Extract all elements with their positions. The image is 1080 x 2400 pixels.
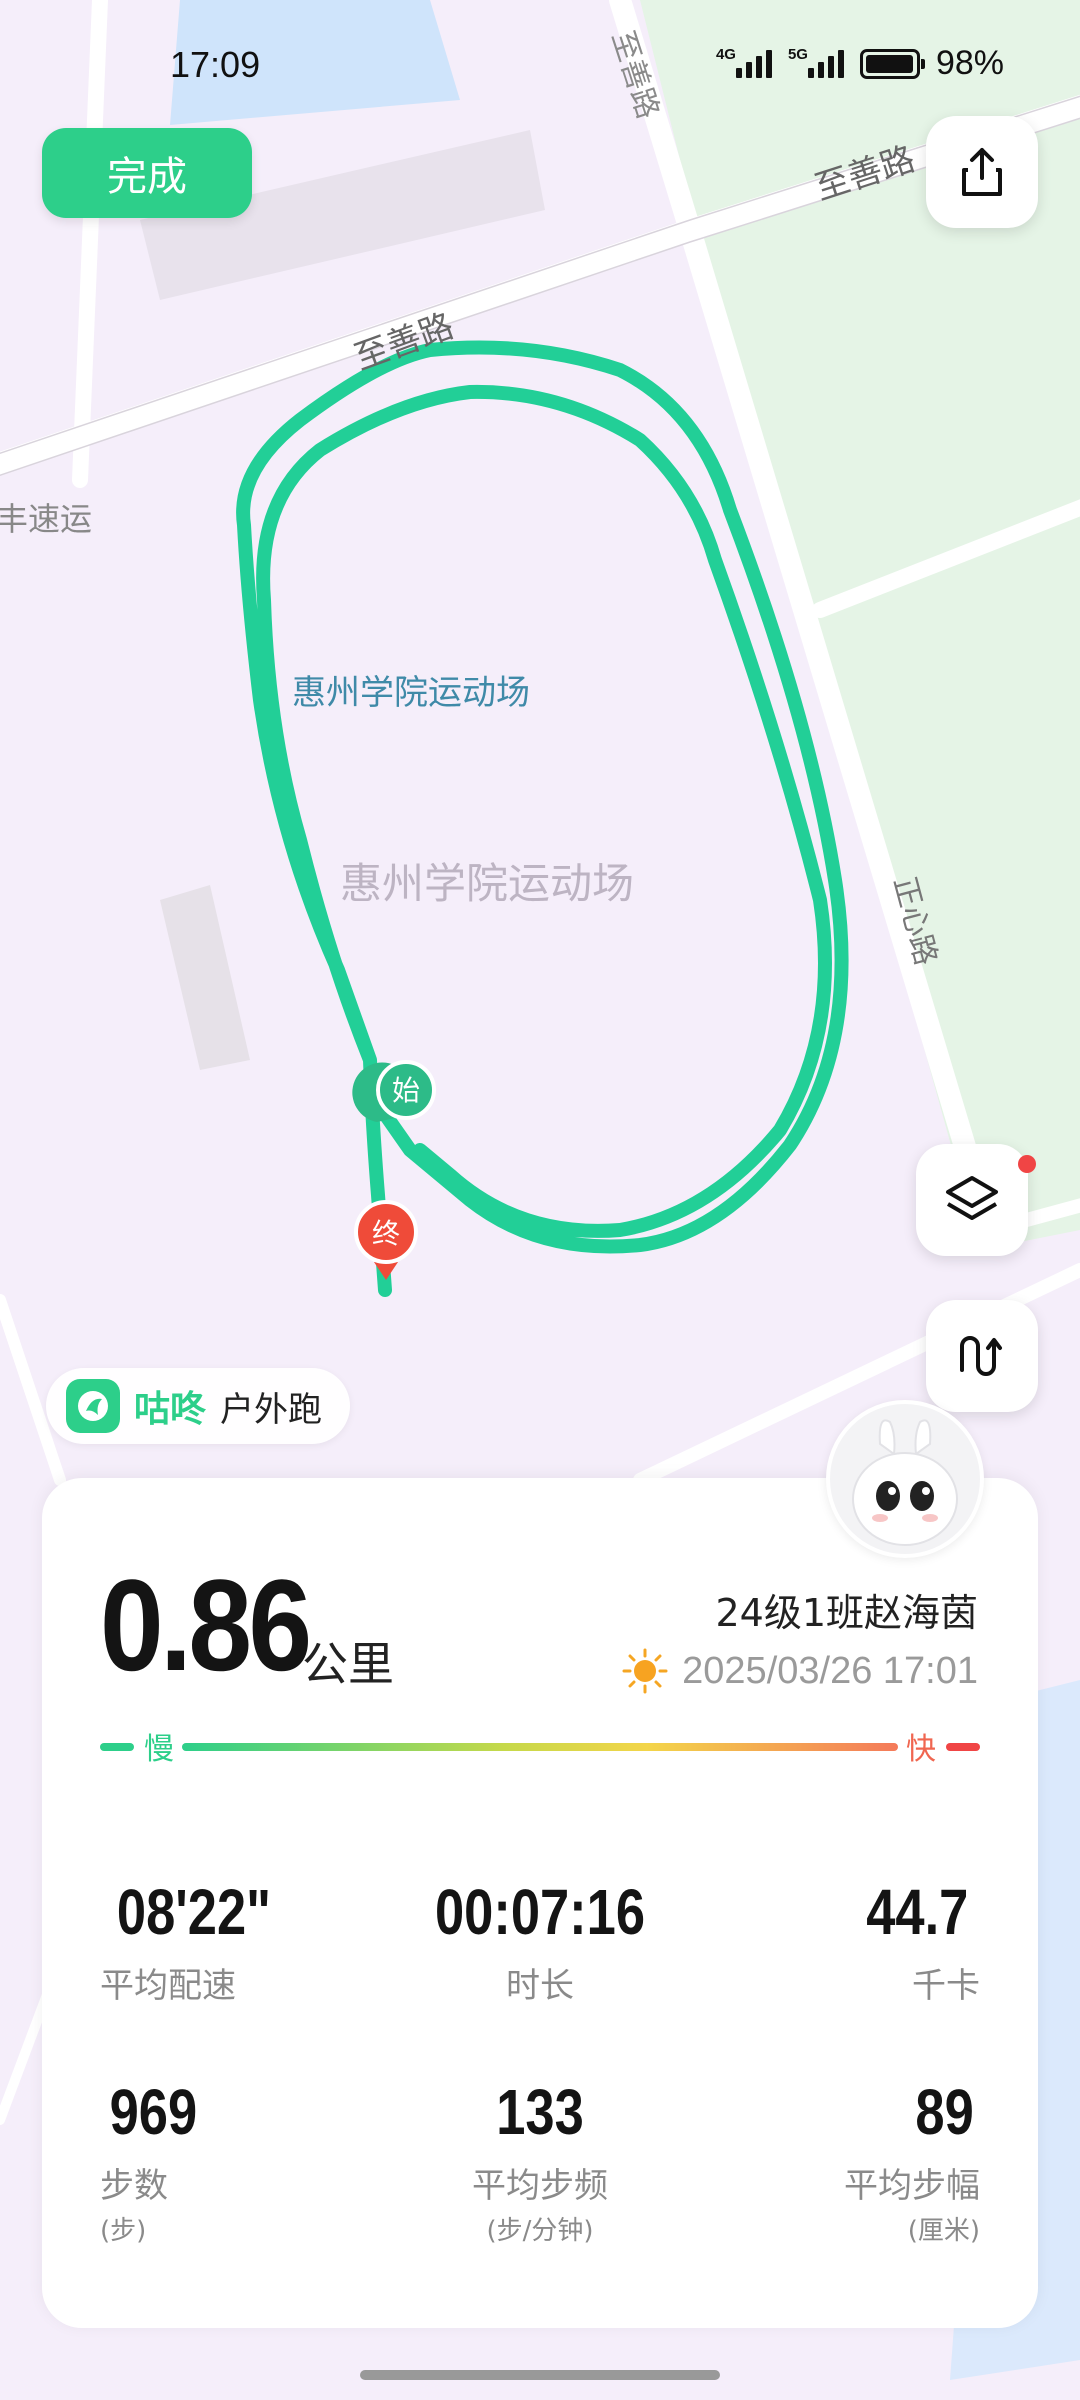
- route-playback-button[interactable]: [926, 1300, 1038, 1412]
- duration-label: 时长: [506, 1966, 574, 2006]
- stride-unit: (厘米): [907, 2216, 980, 2246]
- notification-dot: [1018, 1155, 1036, 1173]
- status-icons: 4G 5G 98%: [716, 44, 1004, 83]
- activity-type: 户外跑: [220, 1389, 323, 1430]
- mascot-avatar[interactable]: [826, 1400, 984, 1558]
- steps-label: 步数: [100, 2166, 168, 2206]
- route-wave-icon: [960, 1336, 1002, 1376]
- cadence-unit: (步/分钟): [486, 2216, 594, 2246]
- signal-4g-icon: 4G: [716, 46, 772, 78]
- share-button[interactable]: [926, 116, 1038, 228]
- share-icon: [962, 148, 1002, 196]
- pace-slow-label: 慢: [144, 1732, 174, 1767]
- distance-value: 0.86: [100, 1552, 312, 1698]
- calories-value: 44.7: [866, 1876, 969, 1948]
- stride-value: 89: [915, 2076, 974, 2148]
- avg-pace-label: 平均配速: [100, 1966, 236, 2006]
- calories-label: 千卡: [912, 1966, 980, 2006]
- battery-icon: [859, 48, 925, 79]
- layers-icon: [946, 1176, 998, 1220]
- brand-chip: 咕咚 户外跑: [46, 1368, 351, 1444]
- end-marker-label: 终: [372, 1217, 400, 1250]
- pace-gradient-bar: [100, 1743, 980, 1751]
- stride-label: 平均步幅: [844, 2166, 980, 2206]
- done-button[interactable]: 完成: [42, 128, 252, 218]
- steps-unit: (步): [100, 2216, 147, 2246]
- start-marker-label: 始: [392, 1074, 420, 1107]
- distance-unit: 公里: [302, 1637, 394, 1691]
- codoon-logo-icon: [66, 1379, 120, 1433]
- sun-icon: [622, 1648, 668, 1694]
- activity-datetime: 2025/03/26 17:01: [622, 1648, 978, 1694]
- start-marker[interactable]: 始: [352, 1060, 436, 1122]
- cadence-label: 平均步频: [472, 2166, 608, 2206]
- brand-name: 咕咚: [134, 1389, 207, 1430]
- user-name: 24级1班赵海茵: [715, 1591, 978, 1635]
- status-time: 17:09: [170, 44, 261, 85]
- signal-5g-icon: 5G: [788, 46, 844, 78]
- steps-value: 969: [109, 2076, 198, 2148]
- poi-label: 惠州学院运动场: [292, 673, 530, 713]
- home-indicator[interactable]: [360, 2370, 720, 2380]
- road-label: 丰速运: [0, 500, 92, 538]
- avg-pace-value: 08'22": [116, 1876, 272, 1948]
- map-layers-button[interactable]: [916, 1144, 1028, 1256]
- pace-fast-label: 快: [906, 1732, 936, 1767]
- area-label: 惠州学院运动场: [340, 859, 634, 908]
- duration-value: 00:07:16: [434, 1876, 646, 1948]
- battery-percent: 98%: [935, 44, 1004, 82]
- cadence-value: 133: [496, 2076, 584, 2148]
